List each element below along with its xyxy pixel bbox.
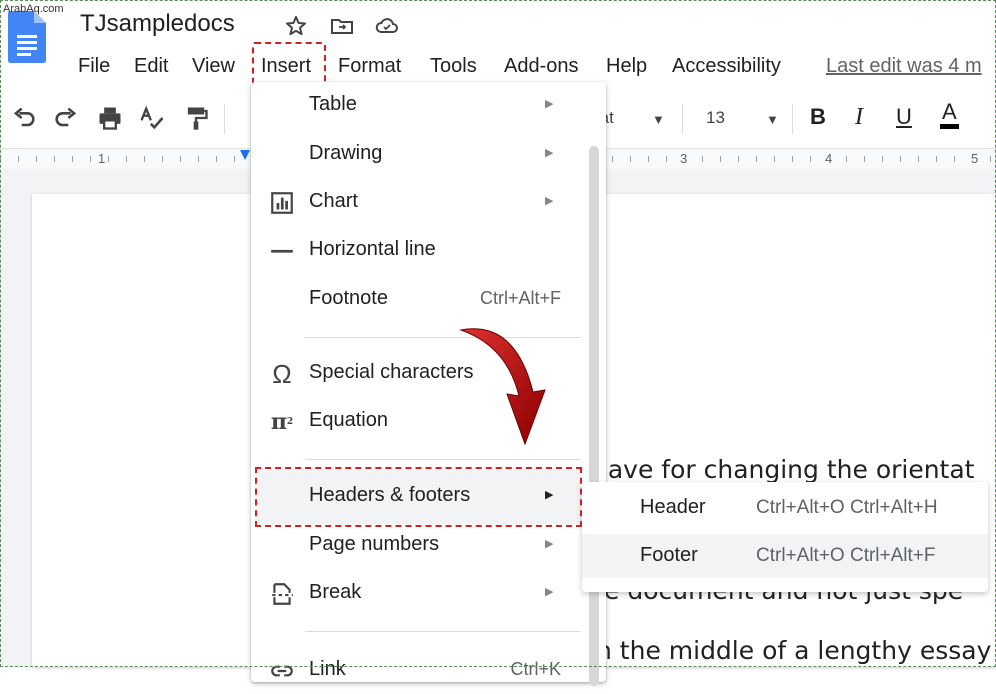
menu-item-label: Equation <box>309 409 388 431</box>
ruler-label: 3 <box>678 151 690 166</box>
submenu-item-label: Footer <box>640 544 698 566</box>
submenu-arrow-icon: ▶ <box>545 586 554 598</box>
submenu-arrow-icon: ▶ <box>545 147 554 159</box>
star-icon[interactable] <box>284 14 308 38</box>
text-color-button[interactable]: A <box>940 100 959 129</box>
menu-item-table[interactable]: Table ▶ <box>251 83 591 129</box>
menu-item-shortcut: Ctrl+Alt+F <box>479 288 561 308</box>
submenu-arrow-icon: ▶ <box>545 98 554 110</box>
submenu-item-footer[interactable]: Footer Ctrl+Alt+O Ctrl+Alt+F <box>582 534 988 578</box>
ruler-label: 1 <box>96 151 108 166</box>
menu-format[interactable]: Format <box>338 52 401 80</box>
last-edit-link[interactable]: Last edit was 4 m <box>826 52 982 80</box>
menu-item-page-numbers[interactable]: Page numbers ▶ <box>251 523 591 569</box>
document-text-line[interactable]: have for changing the orientat <box>592 455 974 484</box>
omega-icon: Ω <box>272 358 292 389</box>
redo-icon[interactable] <box>52 104 80 132</box>
document-text-line[interactable]: n the middle of a lengthy essay <box>596 636 991 665</box>
submenu-item-shortcut: Ctrl+Alt+O Ctrl+Alt+H <box>756 497 938 518</box>
menu-item-footnote[interactable]: Footnote Ctrl+Alt+F <box>251 277 591 323</box>
headers-footers-annotation-box <box>255 467 582 527</box>
toolbar-separator <box>224 104 225 134</box>
toolbar-separator <box>792 104 793 134</box>
menu-accessibility[interactable]: Accessibility <box>672 52 781 80</box>
watermark-text: ArabAq.com <box>3 3 64 15</box>
menu-view[interactable]: View <box>192 52 235 80</box>
menu-item-horizontal-line[interactable]: Horizontal line <box>251 228 591 274</box>
menu-file[interactable]: File <box>78 52 110 80</box>
menu-item-drawing[interactable]: Drawing ▶ <box>251 132 591 178</box>
menu-item-break[interactable]: Break ▶ <box>251 571 591 617</box>
menu-item-label: Drawing <box>309 142 383 164</box>
submenu-arrow-icon: ▶ <box>545 538 554 550</box>
horizontal-line-icon <box>271 249 293 253</box>
submenu-item-header[interactable]: Header Ctrl+Alt+O Ctrl+Alt+H <box>582 486 988 530</box>
chart-icon <box>271 192 293 214</box>
menu-item-label: Break <box>309 581 362 603</box>
menu-item-link[interactable]: Link Ctrl+K <box>251 648 591 694</box>
italic-button[interactable]: I <box>855 104 863 131</box>
font-size-caret-icon[interactable]: ▼ <box>766 112 779 127</box>
pi-icon: π2 <box>270 409 294 435</box>
headers-footers-submenu: Header Ctrl+Alt+O Ctrl+Alt+H Footer Ctrl… <box>582 482 988 592</box>
menu-tools[interactable]: Tools <box>430 52 477 80</box>
bold-button[interactable]: B <box>810 104 826 130</box>
menu-item-label: Table <box>309 93 357 115</box>
underline-button[interactable]: U <box>896 104 912 130</box>
font-size-value[interactable]: 13 <box>706 108 725 128</box>
menu-item-label: Chart <box>309 190 358 212</box>
submenu-item-label: Header <box>640 496 706 518</box>
menu-item-label: Footnote <box>309 287 388 309</box>
menu-bar: File Edit View Insert Format Tools Add-o… <box>0 52 996 80</box>
ruler-label: 4 <box>823 151 835 166</box>
menu-item-chart[interactable]: Chart ▶ <box>251 180 591 226</box>
link-icon <box>271 665 293 677</box>
cloud-saved-icon[interactable] <box>375 14 399 38</box>
insert-menu-annotation-box <box>252 42 326 86</box>
menu-item-shortcut: Ctrl+K <box>510 659 561 679</box>
menu-edit[interactable]: Edit <box>134 52 168 80</box>
red-annotation-arrow-icon <box>459 328 546 446</box>
menu-item-label: Link <box>309 658 346 680</box>
font-dropdown-caret-icon[interactable]: ▼ <box>652 112 665 127</box>
menu-addons[interactable]: Add-ons <box>504 52 579 80</box>
spellcheck-icon[interactable] <box>138 104 166 132</box>
undo-icon[interactable] <box>10 104 38 132</box>
toolbar-separator <box>682 104 683 134</box>
break-icon <box>272 583 293 605</box>
menu-help[interactable]: Help <box>606 52 647 80</box>
menu-separator <box>305 631 581 632</box>
menu-item-label: Special characters <box>309 361 474 383</box>
print-icon[interactable] <box>96 104 124 132</box>
ruler-label: 5 <box>969 151 981 166</box>
submenu-item-shortcut: Ctrl+Alt+O Ctrl+Alt+F <box>756 545 936 566</box>
menu-item-label: Page numbers <box>309 533 440 555</box>
move-to-folder-icon[interactable] <box>330 14 354 38</box>
submenu-arrow-icon: ▶ <box>545 195 554 207</box>
menu-item-label: Horizontal line <box>309 238 436 260</box>
document-title[interactable]: TJsampledocs <box>80 10 235 38</box>
menu-separator <box>305 459 581 460</box>
paint-format-icon[interactable] <box>182 104 210 132</box>
